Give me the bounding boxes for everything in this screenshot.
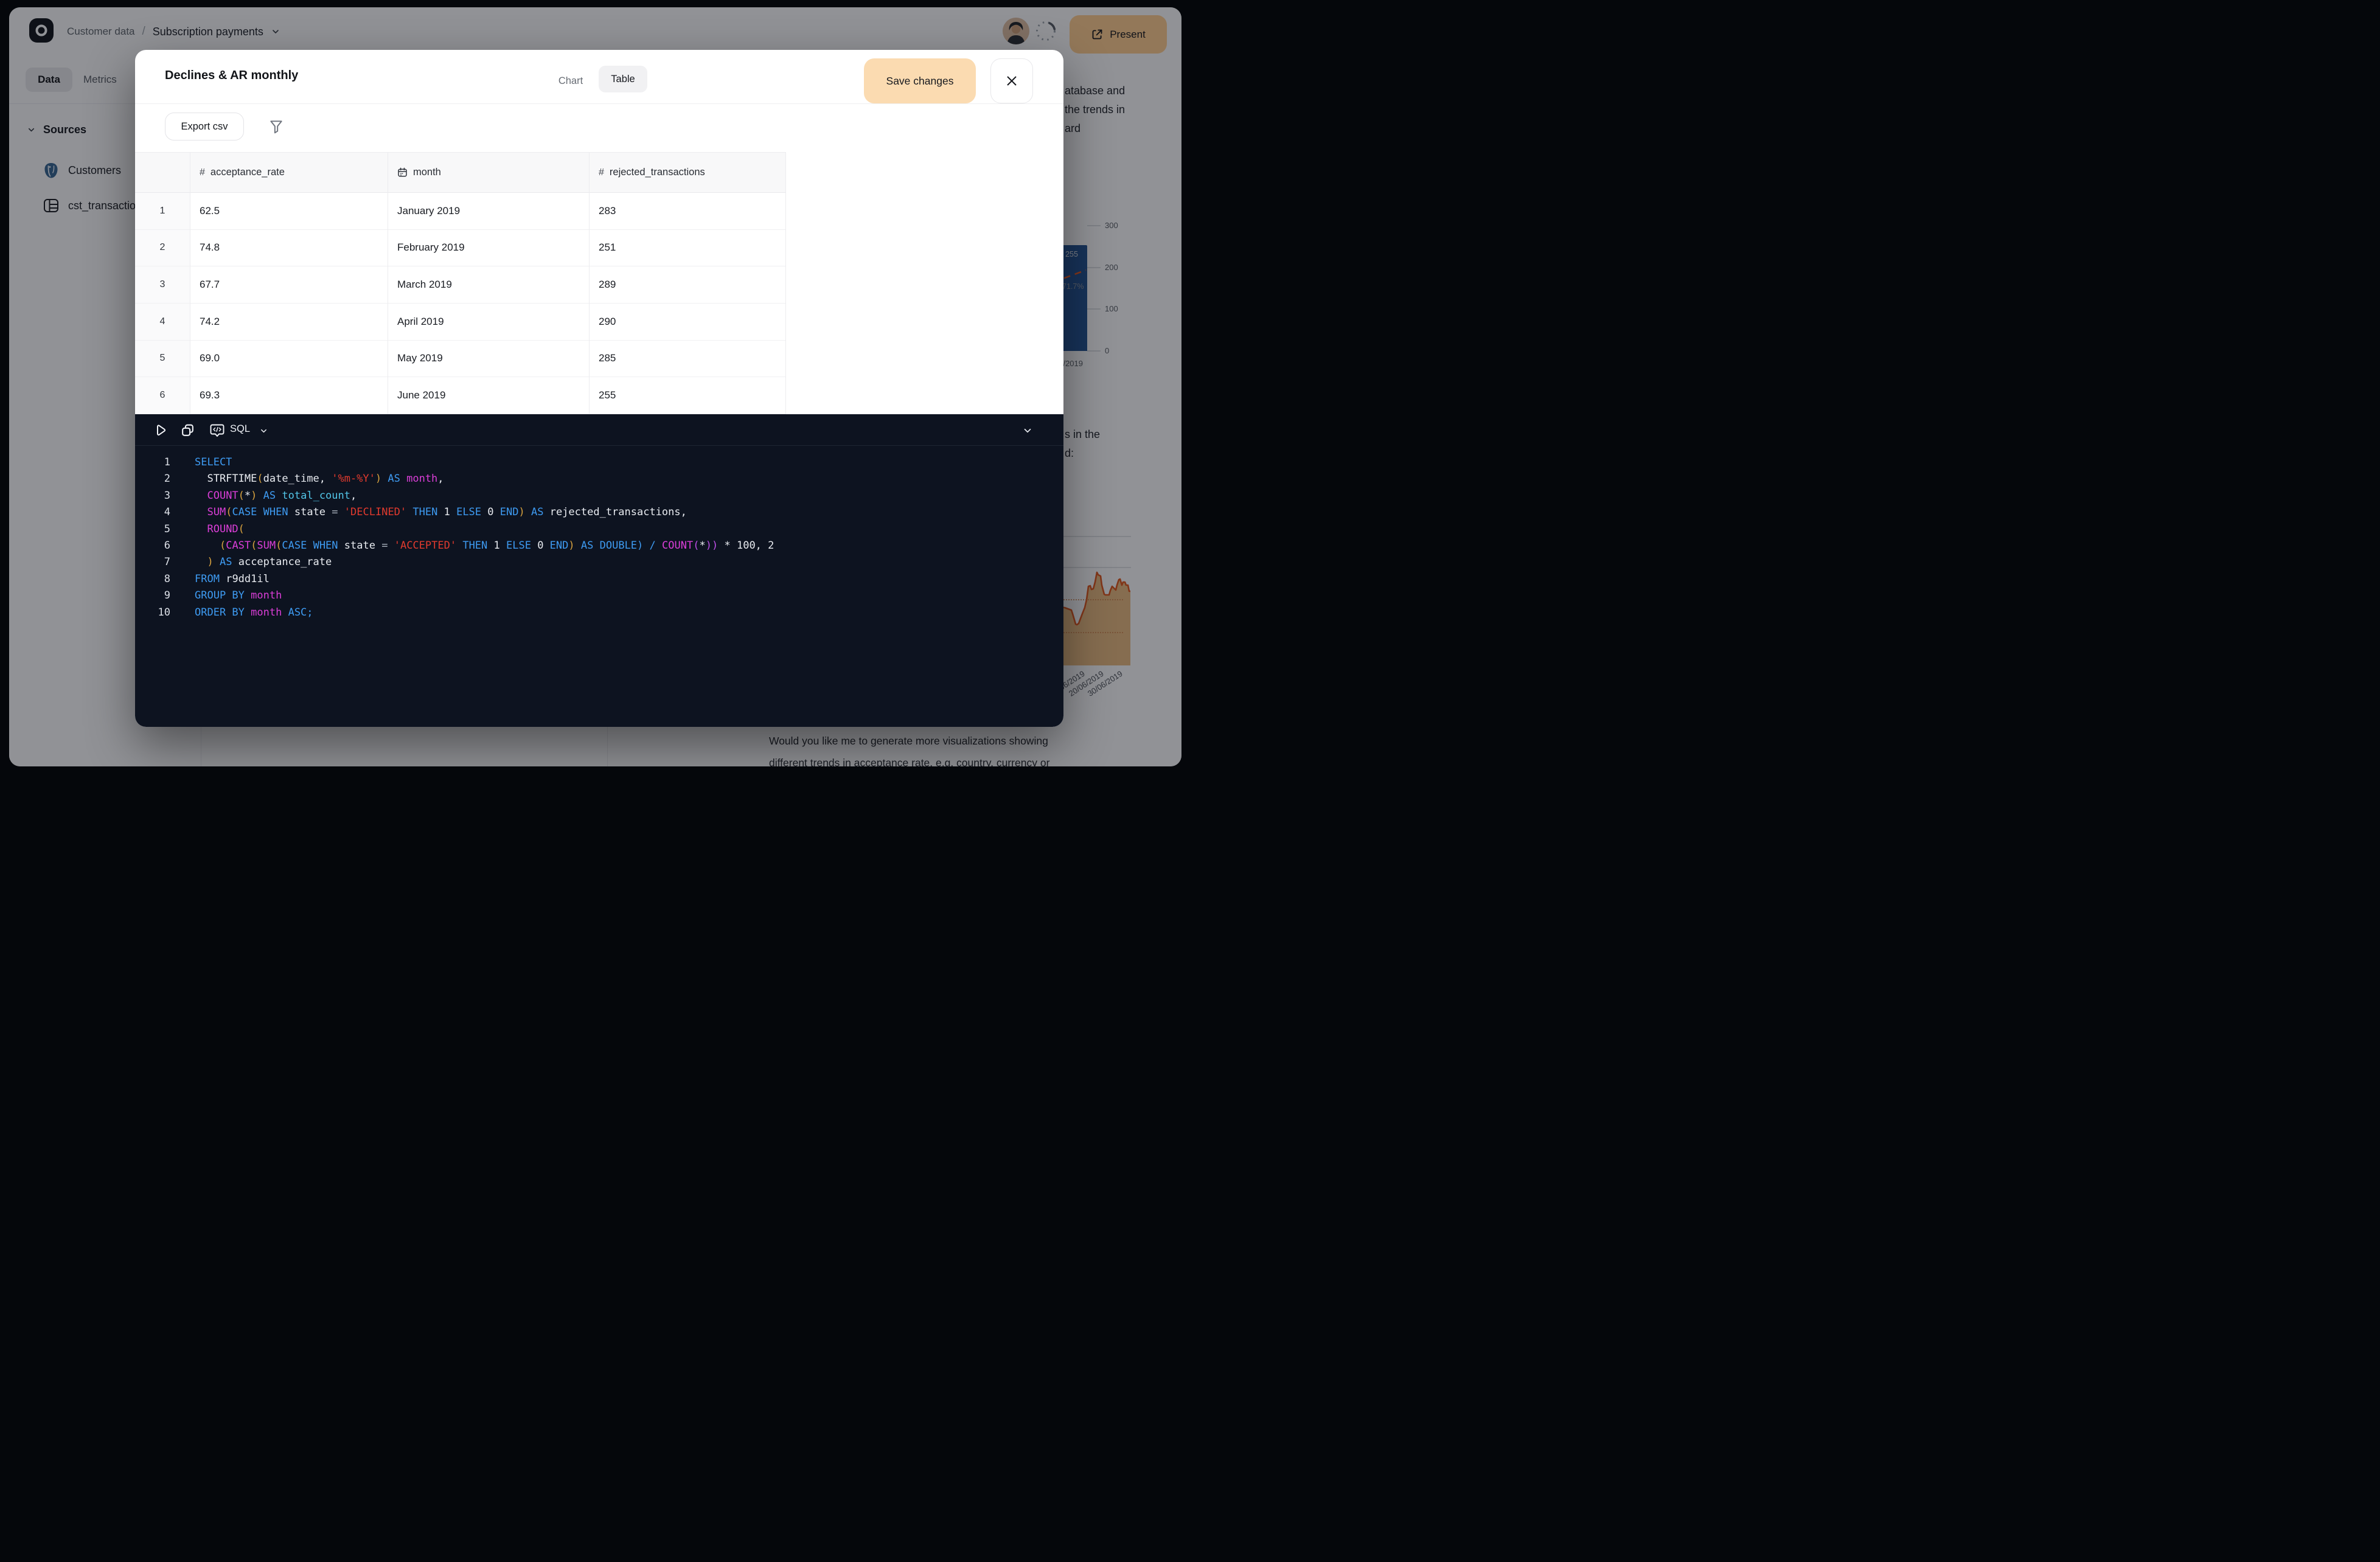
cell-month[interactable]: April 2019 [388,304,589,340]
line-number: 4 [135,504,170,521]
line-number: 3 [135,488,170,504]
filter-icon[interactable] [268,119,284,134]
table-row[interactable]: 569.0May 2019285 [135,341,785,378]
table-header-row: #acceptance_ratemonth#rejected_transacti… [135,152,785,193]
column-header-rejected_transactions[interactable]: #rejected_transactions [589,153,785,192]
run-query-icon[interactable] [152,422,168,438]
sql-language-selector[interactable]: SQL [230,423,250,435]
cell-rejected-transactions[interactable]: 255 [589,377,785,414]
tab-table-label: Table [611,74,635,85]
table-row[interactable]: 162.5January 2019283 [135,193,785,230]
cell-month[interactable]: March 2019 [388,266,589,303]
save-changes-button[interactable]: Save changes [864,58,976,103]
chevron-down-icon[interactable] [259,426,268,436]
tab-table[interactable]: Table [599,66,647,92]
row-number: 5 [135,341,190,377]
sql-code-line[interactable]: 8FROM r9dd1il [135,571,1063,588]
row-number: 3 [135,266,190,303]
export-csv-button[interactable]: Export csv [165,113,244,141]
table-row[interactable]: 367.7March 2019289 [135,266,785,304]
table-body: 162.5January 2019283274.8February 201925… [135,193,785,414]
cell-month[interactable]: June 2019 [388,377,589,414]
cell-acceptance-rate[interactable]: 69.3 [190,377,388,414]
sql-code-line[interactable]: 2 STRFTIME(date_time, '%m-%Y') AS month, [135,471,1063,487]
save-changes-label: Save changes [886,75,954,88]
cell-acceptance-rate[interactable]: 74.8 [190,230,388,266]
line-number: 7 [135,554,170,571]
table-row[interactable]: 274.8February 2019251 [135,230,785,267]
sql-code-line[interactable]: 5 ROUND( [135,521,1063,538]
cell-month[interactable]: February 2019 [388,230,589,266]
table-gridline [785,152,786,414]
sql-code-line[interactable]: 6 (CAST(SUM(CASE WHEN state = 'ACCEPTED'… [135,538,1063,554]
sql-editor-panel: SQL 1SELECT2 STRFTIME(date_time, '%m-%Y'… [135,414,1063,727]
line-number: 1 [135,454,170,471]
cell-acceptance-rate[interactable]: 62.5 [190,193,388,229]
tab-chart-label: Chart [558,75,583,87]
row-number: 4 [135,304,190,340]
line-number: 2 [135,471,170,487]
table-row[interactable]: 669.3June 2019255 [135,377,785,414]
sql-code[interactable]: 1SELECT2 STRFTIME(date_time, '%m-%Y') AS… [135,454,1063,621]
row-number: 6 [135,377,190,414]
line-number: 5 [135,521,170,538]
cell-acceptance-rate[interactable]: 74.2 [190,304,388,340]
row-number: 1 [135,193,190,229]
table-corner-cell [135,153,190,192]
number-type-icon: # [599,167,604,178]
edit-visualization-modal: Declines & AR monthly Chart Table Save c… [135,50,1063,727]
cell-rejected-transactions[interactable]: 289 [589,266,785,303]
tab-chart[interactable]: Chart [546,68,595,94]
sql-language-icon[interactable] [209,422,225,438]
table-gridline [589,152,590,414]
sql-code-line[interactable]: 4 SUM(CASE WHEN state = 'DECLINED' THEN … [135,504,1063,521]
cell-month[interactable]: May 2019 [388,341,589,377]
cell-rejected-transactions[interactable]: 251 [589,230,785,266]
sql-code-line[interactable]: 7 ) AS acceptance_rate [135,554,1063,571]
cell-acceptance-rate[interactable]: 67.7 [190,266,388,303]
sql-code-line[interactable]: 9GROUP BY month [135,588,1063,604]
line-number: 9 [135,588,170,604]
line-number: 6 [135,538,170,554]
export-csv-label: Export csv [181,121,228,133]
sql-code-line[interactable]: 10ORDER BY month ASC; [135,605,1063,621]
modal-title: Declines & AR monthly [165,69,298,83]
calendar-icon [397,167,408,178]
line-number: 10 [135,605,170,621]
table-row[interactable]: 474.2April 2019290 [135,304,785,341]
cell-rejected-transactions[interactable]: 283 [589,193,785,229]
sql-code-line[interactable]: 1SELECT [135,454,1063,471]
app-window: Customer data / Subscription payments [9,7,1181,766]
cell-acceptance-rate[interactable]: 69.0 [190,341,388,377]
close-button[interactable] [990,58,1033,103]
row-number: 2 [135,230,190,266]
close-icon [1005,74,1018,88]
column-header-acceptance_rate[interactable]: #acceptance_rate [190,153,388,192]
sql-code-line[interactable]: 3 COUNT(*) AS total_count, [135,488,1063,504]
cell-rejected-transactions[interactable]: 285 [589,341,785,377]
sql-toolbar-divider [135,445,1063,446]
copy-query-icon[interactable] [180,423,195,438]
line-number: 8 [135,571,170,588]
modal-header-divider [135,103,1063,104]
cell-month[interactable]: January 2019 [388,193,589,229]
column-header-month[interactable]: month [388,153,589,192]
collapse-panel-chevron-icon[interactable] [1022,425,1033,436]
number-type-icon: # [200,167,205,178]
cell-rejected-transactions[interactable]: 290 [589,304,785,340]
